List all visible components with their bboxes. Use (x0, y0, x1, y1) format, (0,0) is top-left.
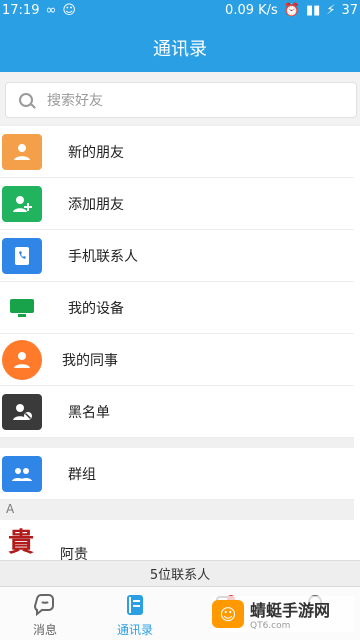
status-bar: 17:19 ∞ ☺ 0.09 K/s ⏰ ▮▮ ⚡ 37 (0, 0, 360, 24)
infinity-icon: ∞ (45, 3, 57, 18)
contacts-count: 5位联系人 (0, 560, 360, 586)
menu-item-blacklist[interactable]: 黑名单 (0, 386, 360, 438)
avatar: 貴 (2, 520, 46, 560)
groups-icon (2, 456, 42, 492)
menu-label: 群组 (68, 467, 96, 483)
menu-item-my-devices[interactable]: 我的设备 (0, 282, 360, 334)
phone-contacts-icon (2, 238, 42, 274)
menu-item-colleagues[interactable]: 我的同事 (0, 334, 360, 386)
watermark: ☺ 蜻蜓手游网 QT6.com (212, 596, 354, 632)
avatar-text: 貴 (8, 528, 35, 558)
tab-label: 通讯录 (116, 623, 153, 637)
tab-contacts[interactable]: 通讯录 (90, 593, 180, 638)
battery-level: 37 (341, 3, 358, 18)
search-input[interactable]: 搜索好友 (5, 82, 357, 118)
device-icon (2, 290, 42, 326)
watermark-title: 蜻蜓手游网 (250, 601, 331, 620)
battery-icon: ⚡ (326, 3, 336, 18)
menu-item-add-friend[interactable]: 添加朋友 (0, 178, 360, 230)
menu-label: 黑名单 (68, 405, 110, 421)
contact-row[interactable]: 貴 阿贵 (0, 520, 360, 560)
menu-label: 我的设备 (68, 301, 124, 317)
signal-icon: ▮▮ (306, 3, 321, 18)
menu-item-groups[interactable]: 群组 (0, 448, 360, 500)
menu-item-new-friends[interactable]: 新的朋友 (0, 126, 360, 178)
menu-label: 新的朋友 (68, 145, 124, 161)
colleague-icon (2, 340, 42, 380)
menu-item-phone-contacts[interactable]: 手机联系人 (0, 230, 360, 282)
contacts-menu-list: 新的朋友 添加朋友 手机联系人 我的设备 我的同事 黑名单 群组 A (0, 126, 360, 518)
blacklist-icon (2, 394, 42, 430)
alarm-icon: ⏰ (283, 3, 300, 18)
chat-icon: ☺ (62, 3, 76, 18)
network-speed: 0.09 K/s (225, 3, 278, 18)
page-title: 通讯录 (153, 39, 207, 60)
tab-messages[interactable]: 消息 (0, 593, 90, 638)
contact-name: 阿贵 (60, 547, 88, 560)
contacts-book-icon (123, 593, 147, 617)
divider (0, 438, 360, 448)
search-icon (19, 93, 33, 107)
watermark-site: QT6.com (250, 621, 291, 631)
search-placeholder: 搜索好友 (47, 93, 103, 109)
search-area: 搜索好友 (0, 72, 360, 124)
new-friend-icon (2, 134, 42, 170)
chat-bubble-icon (33, 593, 57, 617)
section-letter: A (0, 500, 360, 518)
dragonfly-logo: ☺ (212, 600, 244, 628)
add-friend-icon (2, 186, 42, 222)
contacts-count-text: 5位联系人 (149, 568, 211, 583)
status-time: 17:19 (2, 3, 40, 18)
tab-label: 消息 (32, 623, 57, 637)
bottom-tab-bar: 消息 通讯录 ☺ 蜻蜓手游网 QT6.com (0, 586, 360, 640)
right-edge-bar (354, 126, 360, 556)
menu-label: 手机联系人 (68, 249, 138, 265)
page-title-bar: 通讯录 (0, 24, 360, 72)
menu-label: 添加朋友 (68, 197, 124, 213)
menu-label: 我的同事 (62, 353, 118, 369)
